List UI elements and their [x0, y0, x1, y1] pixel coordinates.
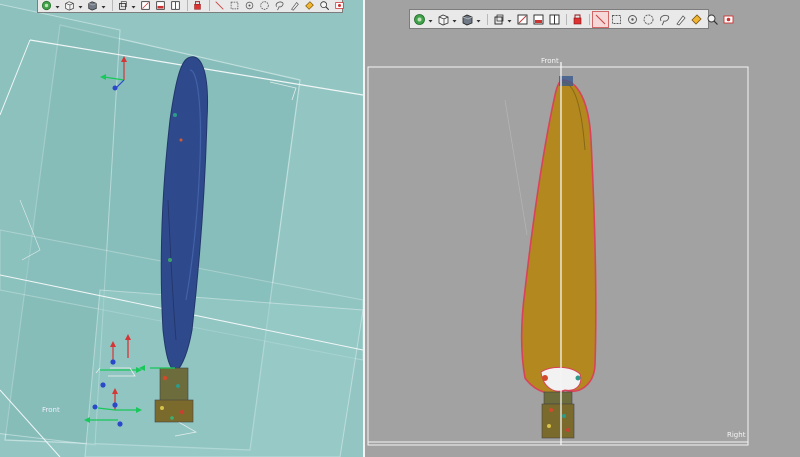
box-wire-icon: [494, 14, 504, 24]
extents-icon: [723, 15, 734, 23]
front-view-icon: [141, 0, 150, 10]
circle-select-button[interactable]: [258, 0, 271, 12]
measure-icon: [573, 14, 582, 24]
fill-select-button[interactable]: [689, 12, 704, 27]
measure-button[interactable]: [570, 12, 585, 27]
right-corner-label: Right: [727, 431, 746, 439]
circle-select-button[interactable]: [641, 12, 656, 27]
lasso-select-button[interactable]: [657, 12, 672, 27]
box-wire-icon: [119, 0, 127, 10]
extents-icon: [335, 1, 344, 9]
lasso-select-icon: [275, 1, 284, 10]
brush-select-icon: [676, 14, 686, 25]
line-tool-button[interactable]: [213, 0, 226, 12]
left-viewport[interactable]: Front: [0, 0, 363, 457]
toolbar-separator: [187, 0, 188, 11]
left-3d-scene[interactable]: [0, 0, 363, 457]
right-viewport[interactable]: Front Right: [365, 0, 800, 457]
fill-select-icon: [305, 0, 314, 10]
chevron-down-icon[interactable]: [101, 0, 106, 12]
brush-select-button[interactable]: [288, 0, 301, 12]
toolbar-separator: [487, 13, 488, 25]
front-view-button[interactable]: [139, 0, 152, 12]
left-view-label: Front: [42, 406, 60, 414]
brush-select-button[interactable]: [673, 12, 688, 27]
extents-button[interactable]: [333, 0, 346, 12]
cube-icon: [438, 14, 449, 25]
circle-select-icon: [643, 14, 654, 24]
point-select-button[interactable]: [625, 12, 640, 27]
lasso-select-button[interactable]: [273, 0, 286, 12]
sphere-icon: [41, 0, 52, 10]
box-shaded-button[interactable]: [460, 12, 475, 27]
box-wire-button[interactable]: [491, 12, 506, 27]
circle-select-icon: [260, 0, 269, 10]
propeller-hub-section: [543, 391, 573, 405]
fill-select-icon: [691, 13, 702, 25]
zoom-button[interactable]: [705, 12, 720, 27]
box-wire-button[interactable]: [116, 0, 129, 12]
rect-select-button[interactable]: [228, 0, 241, 12]
chevron-down-icon[interactable]: [476, 13, 481, 26]
toolbar-separator: [589, 13, 590, 25]
extents-button[interactable]: [721, 12, 736, 27]
section-view-icon: [156, 0, 165, 10]
box-shaded-icon: [88, 0, 97, 11]
rect-select-button[interactable]: [609, 12, 624, 27]
chevron-down-icon[interactable]: [55, 0, 60, 12]
front-view-button[interactable]: [515, 12, 530, 27]
measure-button[interactable]: [191, 0, 204, 12]
line-tool-button[interactable]: [592, 10, 609, 28]
chevron-down-icon[interactable]: [452, 13, 457, 26]
sphere-button[interactable]: [40, 0, 53, 12]
line-tool-icon: [215, 0, 224, 10]
point-select-button[interactable]: [243, 0, 256, 12]
zoom-button[interactable]: [318, 0, 331, 12]
propeller-blade-section: [520, 79, 597, 395]
chevron-down-icon[interactable]: [428, 13, 433, 26]
rect-select-icon: [612, 14, 621, 24]
front-view-icon: [517, 14, 528, 24]
box-shaded-icon: [462, 14, 473, 25]
cube-button[interactable]: [436, 12, 451, 27]
cube-button[interactable]: [63, 0, 76, 12]
section-view-button[interactable]: [531, 12, 546, 27]
split-view-button[interactable]: [169, 0, 182, 12]
rect-select-icon: [230, 1, 239, 9]
point-select-icon: [628, 14, 637, 24]
propeller-hub: [159, 367, 189, 405]
box-shaded-button[interactable]: [86, 0, 99, 12]
toolbar-separator: [566, 13, 567, 25]
section-plane-4: [84, 289, 363, 457]
fill-select-button[interactable]: [303, 0, 316, 12]
sphere-icon: [414, 13, 425, 25]
right-toolbar: [409, 9, 734, 29]
left-toolbar: [37, 0, 346, 13]
measure-icon: [194, 0, 201, 10]
right-3d-scene[interactable]: [365, 0, 800, 457]
lasso-select-icon: [660, 14, 670, 25]
cube-icon: [65, 0, 74, 11]
zoom-icon: [320, 0, 330, 10]
sphere-button[interactable]: [412, 12, 427, 27]
zoom-icon: [707, 14, 718, 25]
toolbar-separator: [112, 0, 113, 11]
toolbar-separator: [209, 0, 210, 11]
brush-select-icon: [291, 1, 299, 11]
split-view-button[interactable]: [547, 12, 562, 27]
section-view-icon: [533, 14, 544, 24]
split-view-icon: [549, 14, 560, 24]
section-view-button[interactable]: [154, 0, 167, 12]
chevron-down-icon[interactable]: [78, 0, 83, 12]
chevron-down-icon[interactable]: [131, 0, 136, 12]
right-top-label: Front: [541, 57, 559, 65]
point-select-icon: [245, 1, 254, 9]
chevron-down-icon[interactable]: [507, 13, 512, 26]
line-tool-icon: [595, 14, 606, 24]
split-view-icon: [171, 0, 180, 10]
